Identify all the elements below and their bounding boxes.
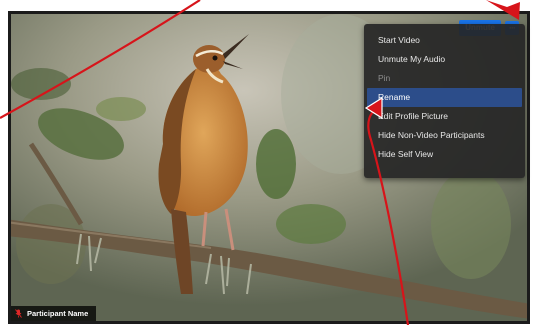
menu-item-pin[interactable]: Pin: [364, 69, 525, 88]
menu-item-unmute-my-audio[interactable]: Unmute My Audio: [364, 50, 525, 69]
menu-item-hide-self-view[interactable]: Hide Self View: [364, 145, 525, 164]
menu-item-edit-profile-picture[interactable]: Edit Profile Picture: [364, 107, 525, 126]
menu-item-rename[interactable]: Rename: [367, 88, 522, 107]
menu-item-hide-non-video-participants[interactable]: Hide Non-Video Participants: [364, 126, 525, 145]
menu-item-start-video[interactable]: Start Video: [364, 31, 525, 50]
participant-name-label: Participant Name: [27, 309, 89, 318]
participant-name-tag: Participant Name: [11, 306, 97, 321]
participant-options-menu: Start Video Unmute My Audio Pin Rename E…: [364, 24, 525, 178]
muted-mic-icon: [15, 309, 22, 318]
